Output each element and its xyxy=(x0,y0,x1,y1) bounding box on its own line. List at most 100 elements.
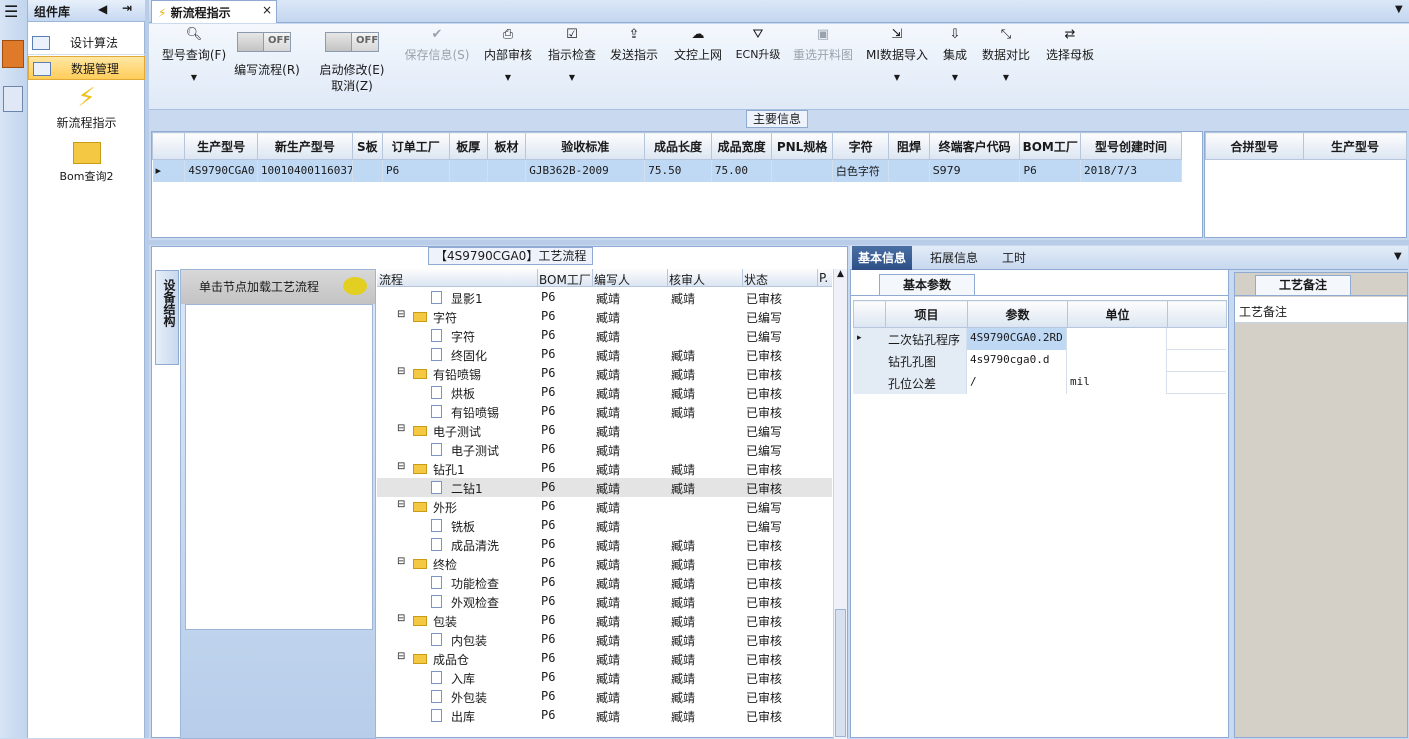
nav-data-management[interactable]: 数据管理 xyxy=(28,56,145,80)
tab-equipment-structure[interactable]: 设备结构 xyxy=(155,270,179,365)
collapse-icon[interactable]: ⊟ xyxy=(397,461,405,472)
ecn-upgrade-button[interactable]: ⛛ ECN升级 xyxy=(733,24,783,62)
param-cell[interactable]: 钻孔孔图 xyxy=(885,350,967,372)
vertical-scrollbar[interactable]: ▲ xyxy=(833,269,847,739)
tree-row[interactable]: 电子测试 P6 臧靖 已编写 xyxy=(377,440,832,459)
reselect-button[interactable]: ▣ 重选开料图 xyxy=(791,24,855,63)
compare-button[interactable]: ⤡ 数据对比 ▼ xyxy=(979,24,1033,82)
production-model-header[interactable]: 生产型号 xyxy=(1303,132,1407,160)
chevron-down-icon[interactable]: ▼ xyxy=(155,73,233,82)
send-button[interactable]: ⇪ 发送指示 xyxy=(607,24,661,63)
scroll-up-icon[interactable]: ▲ xyxy=(834,269,847,279)
tab-extended-info[interactable]: 拓展信息 xyxy=(924,246,984,270)
main-info-header[interactable]: 生产型号 xyxy=(184,132,258,160)
close-tab-icon[interactable]: × xyxy=(262,3,272,17)
main-info-cell[interactable]: P6 xyxy=(1019,159,1081,182)
tab-process-note[interactable]: 工艺备注 xyxy=(1255,275,1351,295)
param-header[interactable]: 参数 xyxy=(967,300,1068,328)
tree-row[interactable]: 功能检查 P6 臧靖 臧靖 已审核 xyxy=(377,573,832,592)
start-modify-toggle[interactable]: OFF xyxy=(325,32,379,52)
main-info-header[interactable]: 验收标准 xyxy=(525,132,646,160)
tree-row[interactable]: 字符 P6 臧靖 已编写 xyxy=(377,326,832,345)
row-pointer[interactable]: ▸ xyxy=(152,159,186,182)
main-info-cell[interactable] xyxy=(771,159,833,182)
param-header[interactable]: 项目 xyxy=(885,300,968,328)
tree-row[interactable]: ⊟ 成品仓 P6 臧靖 臧靖 已审核 xyxy=(377,649,832,668)
select-mother-button[interactable]: ⇄ 选择母板 xyxy=(1043,24,1097,63)
param-cell[interactable] xyxy=(1067,328,1167,350)
main-info-header[interactable]: S板 xyxy=(351,132,383,160)
tree-row[interactable]: 二钻1 P6 臧靖 臧靖 已审核 xyxy=(377,478,832,497)
tab-basic-info[interactable]: 基本信息 xyxy=(852,246,913,270)
chevron-down-icon[interactable]: ▼ xyxy=(939,73,971,82)
chevron-down-icon[interactable]: ▼ xyxy=(481,73,535,82)
chevron-down-icon[interactable]: ▼ xyxy=(865,73,929,82)
scroll-thumb[interactable] xyxy=(835,609,846,737)
doc-upload-button[interactable]: ☁ 文控上网 xyxy=(671,24,725,63)
tree-row[interactable]: 成品清洗 P6 臧靖 臧靖 已审核 xyxy=(377,535,832,554)
tree-row[interactable]: ⊟ 钻孔1 P6 臧靖 臧靖 已审核 xyxy=(377,459,832,478)
main-info-cell[interactable]: 4S9790CGA0 xyxy=(184,159,258,182)
main-info-header[interactable]: 新生产型号 xyxy=(256,132,353,160)
tree-column-header[interactable]: BOM工厂 xyxy=(539,271,591,288)
save-button[interactable]: ✔ 保存信息(S) xyxy=(401,24,473,63)
pin-icon[interactable]: ⇥ xyxy=(122,1,132,15)
main-info-header[interactable]: 成品宽度 xyxy=(710,132,773,160)
collapse-icon[interactable]: ⊟ xyxy=(397,423,405,434)
integrate-button[interactable]: ⇩ 集成 ▼ xyxy=(939,24,971,82)
instruction-check-button[interactable]: ☑ 指示检查 ▼ xyxy=(545,24,599,82)
main-info-header[interactable]: 阻焊 xyxy=(888,132,930,160)
main-info-header[interactable]: 字符 xyxy=(831,132,890,160)
param-cell[interactable]: 4s9790cga0.d xyxy=(967,350,1067,372)
main-info-header[interactable]: 板厚 xyxy=(448,132,488,160)
tree-row[interactable]: ⊟ 有铅喷锡 P6 臧靖 臧靖 已审核 xyxy=(377,364,832,383)
param-cell[interactable] xyxy=(1067,350,1167,372)
tree-row[interactable]: 终固化 P6 臧靖 臧靖 已审核 xyxy=(377,345,832,364)
tile-new-flow[interactable]: ⚡ 新流程指示 xyxy=(28,84,145,131)
tree-column-header[interactable]: 编写人 xyxy=(594,271,630,288)
main-info-header[interactable]: PNL规格 xyxy=(771,132,833,160)
main-info-cell[interactable] xyxy=(352,159,383,182)
main-info-cell[interactable]: 2018/7/3 xyxy=(1080,159,1183,182)
dropdown-icon[interactable]: ▼ xyxy=(1394,251,1402,262)
tree-row[interactable]: 铣板 P6 臧靖 已编写 xyxy=(377,516,832,535)
tree-row[interactable]: ⊟ 终检 P6 臧靖 臧靖 已审核 xyxy=(377,554,832,573)
main-info-cell[interactable]: GJB362B-2009 xyxy=(525,159,646,182)
collapse-icon[interactable]: ⊟ xyxy=(397,556,405,567)
collapse-icon[interactable]: ⊟ xyxy=(397,651,405,662)
tile-bom-query[interactable]: Bom查询2 xyxy=(28,142,145,184)
tab-work-hours[interactable]: 工时 xyxy=(996,246,1032,270)
tools-icon[interactable] xyxy=(3,86,23,112)
param-row[interactable]: 钻孔孔图 4s9790cga0.d xyxy=(853,350,1226,372)
main-info-cell[interactable]: 白色字符 xyxy=(832,159,890,182)
menu-icon[interactable]: ☰ xyxy=(4,2,18,21)
param-row[interactable]: ▸ 二次钻孔程序 4S9790CGA0.2RD xyxy=(853,328,1226,350)
tree-column-header[interactable]: 状态 xyxy=(744,271,768,288)
nav-design-algorithm[interactable]: 设计算法 xyxy=(28,31,145,55)
tree-row[interactable]: ⊟ 电子测试 P6 臧靖 已编写 xyxy=(377,421,832,440)
tree-row[interactable]: 入库 P6 臧靖 臧靖 已审核 xyxy=(377,668,832,687)
tree-column-header[interactable]: 核审人 xyxy=(669,271,705,288)
tree-row[interactable]: 出库 P6 臧靖 臧靖 已审核 xyxy=(377,706,832,725)
tab-new-flow[interactable]: ⚡ 新流程指示 × xyxy=(151,0,277,23)
tree-row[interactable]: 显影1 P6 臧靖 臧靖 已审核 xyxy=(377,288,832,307)
tab-basic-params[interactable]: 基本参数 xyxy=(879,274,975,296)
cancel-label[interactable]: 取消(Z) xyxy=(315,77,389,94)
main-info-cell[interactable] xyxy=(487,159,527,182)
collapse-icon[interactable]: ⊟ xyxy=(397,613,405,624)
query-button[interactable]: 🔍︎ 型号查询(F) ▼ xyxy=(155,24,233,82)
merge-model-header[interactable]: 合拼型号 xyxy=(1205,132,1304,160)
internal-review-button[interactable]: ⎙ 内部审核 ▼ xyxy=(481,24,535,82)
main-info-header[interactable]: 成品长度 xyxy=(644,132,712,160)
tower-icon[interactable] xyxy=(2,40,24,68)
chevron-down-icon[interactable]: ▼ xyxy=(545,73,599,82)
collapse-icon[interactable]: ⊟ xyxy=(397,366,405,377)
dropdown-icon[interactable]: ▼ xyxy=(1395,4,1403,15)
main-info-cell[interactable]: 10010400116037 xyxy=(257,159,353,182)
main-info-cell[interactable]: S979 xyxy=(929,159,1021,182)
main-info-cell[interactable] xyxy=(449,159,488,182)
tree-column-header[interactable]: 流程 xyxy=(379,271,403,288)
param-row[interactable]: 孔位公差 / mil xyxy=(853,372,1226,394)
mi-import-button[interactable]: ⇲ MI数据导入 ▼ xyxy=(865,24,929,82)
tree-row[interactable]: 烘板 P6 臧靖 臧靖 已审核 xyxy=(377,383,832,402)
